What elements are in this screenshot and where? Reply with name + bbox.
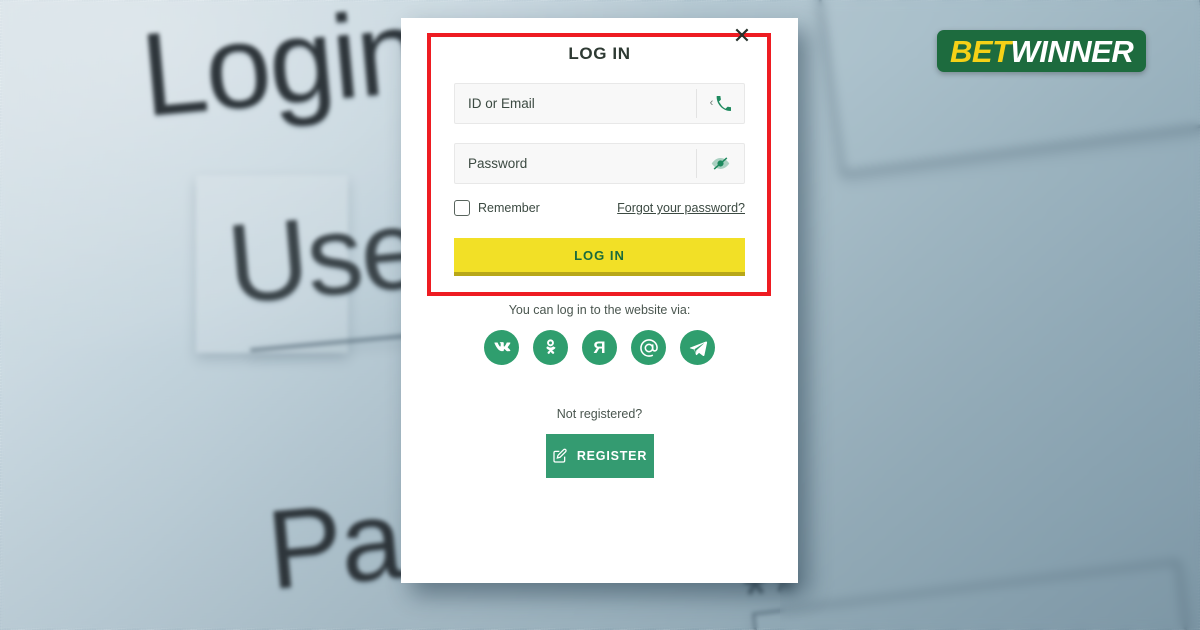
remember-label: Remember — [478, 201, 540, 215]
modal-title: LOG IN — [568, 44, 631, 63]
chevron-left-icon: ‹ — [709, 97, 714, 109]
close-icon[interactable]: ✕ — [731, 25, 753, 48]
logo-text-bet: BET — [950, 33, 1011, 69]
social-login-caption: You can log in to the website via: — [508, 303, 691, 317]
password-input[interactable] — [455, 156, 696, 171]
id-or-email-input[interactable] — [455, 96, 696, 111]
phone-icon — [716, 96, 732, 111]
social-login-vk[interactable] — [484, 330, 519, 365]
remember-forgot-row: Remember Forgot your password? — [454, 200, 745, 216]
register-button-label: REGISTER — [576, 449, 648, 463]
not-registered-label: Not registered? — [556, 407, 643, 421]
id-or-email-field[interactable]: ‹ — [454, 83, 745, 124]
social-login-row: Я — [454, 330, 745, 365]
remember-checkbox-wrap[interactable]: Remember — [454, 200, 540, 216]
mailru-at-icon — [639, 338, 658, 357]
yandex-icon: Я — [593, 338, 606, 357]
social-login-mailru[interactable] — [631, 330, 666, 365]
register-button[interactable]: REGISTER — [545, 434, 654, 478]
odnoklassniki-icon — [546, 339, 556, 354]
social-login-telegram[interactable] — [680, 330, 715, 365]
toggle-password-visibility[interactable] — [696, 149, 744, 178]
login-modal: LOG IN ‹ — [401, 18, 798, 583]
telegram-icon — [689, 340, 707, 356]
phone-login-toggle[interactable]: ‹ — [696, 89, 744, 118]
social-login-odnoklassniki[interactable] — [533, 330, 568, 365]
pencil-square-icon — [553, 448, 567, 463]
vk-icon — [494, 342, 511, 352]
forgot-password-link[interactable]: Forgot your password? — [617, 201, 745, 215]
password-field[interactable] — [454, 143, 745, 184]
betwinner-logo: BET WINNER — [937, 30, 1147, 72]
screenshot-canvas: Login Use Pa ** BETWINNER LOG IN ‹ — [0, 0, 1200, 630]
remember-checkbox[interactable] — [454, 200, 470, 216]
social-login-yandex[interactable]: Я — [582, 330, 617, 365]
login-button[interactable]: LOG IN — [454, 238, 745, 276]
logo-text-winner: WINNER — [1010, 33, 1134, 69]
eye-slash-icon — [711, 157, 730, 170]
